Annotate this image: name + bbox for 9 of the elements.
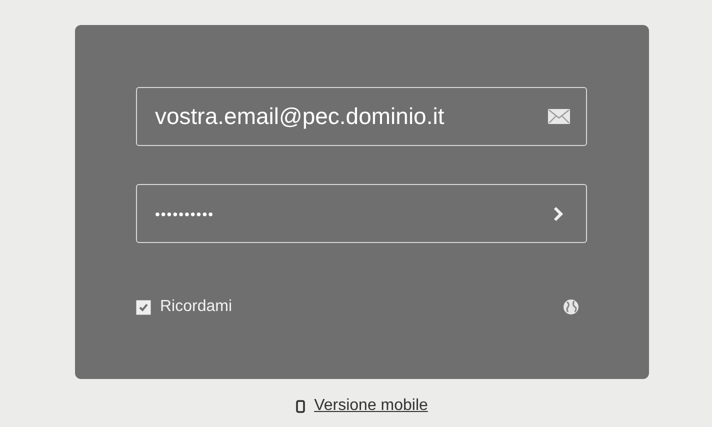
globe-icon[interactable] xyxy=(563,299,579,315)
remember-label: Ricordami xyxy=(160,298,232,316)
phone-icon xyxy=(296,400,306,412)
password-field[interactable]: •••••••••• xyxy=(136,184,587,243)
chevron-right-icon[interactable] xyxy=(553,206,564,222)
mobile-version-link[interactable]: Versione mobile xyxy=(314,397,428,415)
envelope-icon xyxy=(548,109,570,124)
email-field[interactable]: vostra.email@pec.dominio.it xyxy=(136,87,587,146)
remember-checkbox[interactable] xyxy=(136,300,151,314)
